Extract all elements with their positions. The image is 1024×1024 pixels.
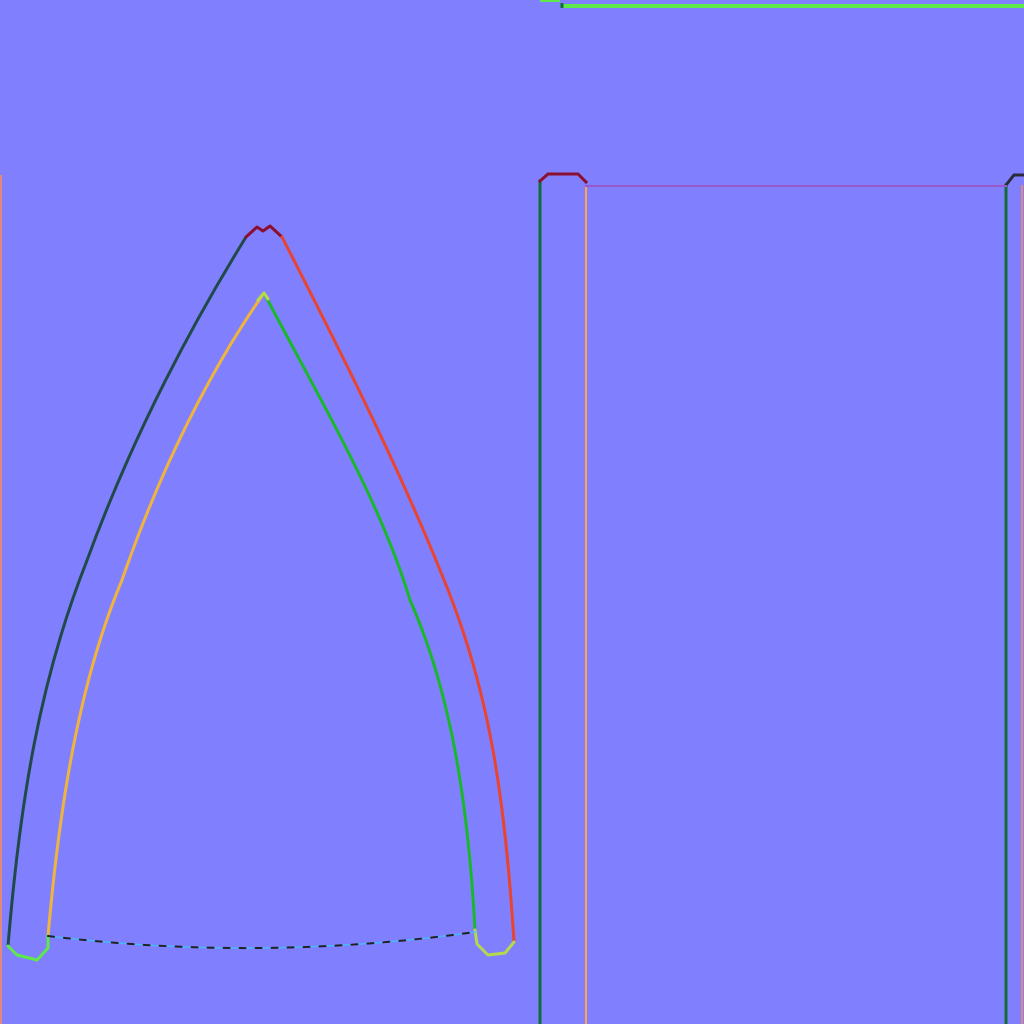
uv-layout-canvas: [0, 0, 1024, 1024]
normal-map-background: [0, 0, 1024, 1024]
